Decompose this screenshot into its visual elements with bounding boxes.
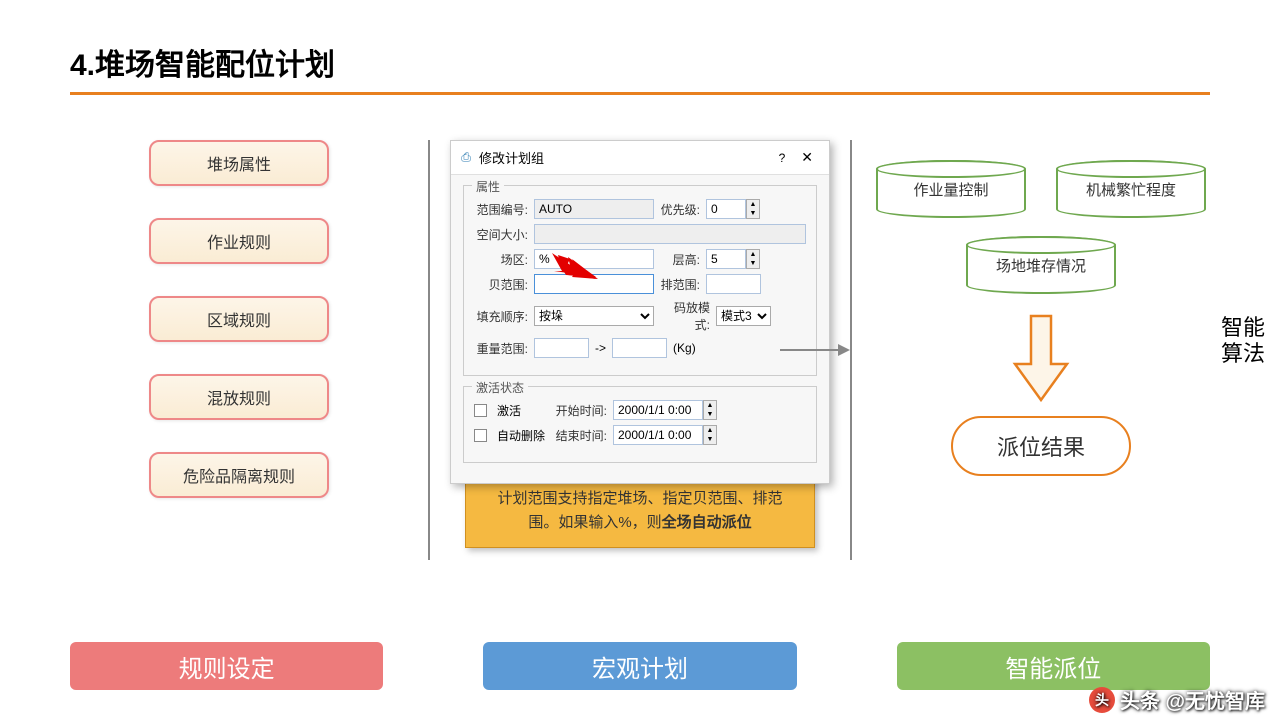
rule-area[interactable]: 区域规则 — [149, 296, 329, 342]
watermark-icon: 头 — [1089, 687, 1115, 713]
rule-yard-attr[interactable]: 堆场属性 — [149, 140, 329, 186]
dialog-icon: ⎙ — [459, 151, 473, 165]
label-layer: 层高: — [660, 251, 700, 268]
divider-1 — [428, 140, 430, 560]
input-priority[interactable] — [706, 199, 746, 219]
divider-2 — [850, 140, 852, 560]
label-range-no: 范围编号: — [474, 201, 528, 218]
title-underline — [70, 92, 1210, 95]
watermark-text: 头条 @无忧智库 — [1120, 685, 1265, 714]
label-activate: 激活 — [497, 402, 547, 419]
dialog-column: ⎙ 修改计划组 ? ✕ 属性 范围编号: 优先级: ▲▼ — [450, 140, 830, 580]
dialog-close-button[interactable]: ✕ — [793, 147, 821, 168]
input-start-time[interactable] — [613, 400, 703, 420]
label-stack-mode: 码放模式: — [660, 299, 710, 333]
edit-plan-dialog: ⎙ 修改计划组 ? ✕ 属性 范围编号: 优先级: ▲▼ — [450, 140, 830, 484]
select-stack-mode[interactable]: 模式3 — [716, 306, 771, 326]
input-end-time[interactable] — [613, 425, 703, 445]
select-fill-order[interactable]: 按垛 — [534, 306, 654, 326]
bottom-rules-button[interactable]: 规则设定 — [70, 642, 383, 690]
callout-bold: 全场自动派位 — [662, 514, 752, 531]
page-title: 4.堆场智能配位计划 — [70, 40, 1210, 84]
bottom-macro-button[interactable]: 宏观计划 — [483, 642, 796, 690]
input-weight-from[interactable] — [534, 338, 589, 358]
content-row: 堆场属性 作业规则 区域规则 混放规则 危险品隔离规则 ⎙ 修改计划组 ? ✕ … — [70, 140, 1210, 580]
algorithm-column: 作业量控制 机械繁忙程度 场地堆存情况 派位结果 智能算法 — [872, 140, 1210, 580]
rule-mix[interactable]: 混放规则 — [149, 374, 329, 420]
cylinder-machinery: 机械繁忙程度 — [1056, 160, 1206, 218]
checkbox-activate[interactable] — [474, 404, 487, 417]
input-range-no — [534, 199, 654, 219]
dialog-body: 属性 范围编号: 优先级: ▲▼ 空间大小: 场区: — [451, 175, 829, 483]
legend-activation: 激活状态 — [472, 379, 528, 396]
label-priority: 优先级: — [660, 201, 700, 218]
weight-arrow: -> — [595, 341, 606, 355]
flow-arrow-icon — [780, 340, 850, 360]
spinner-layer[interactable]: ▲▼ — [706, 249, 760, 269]
checkbox-auto-delete[interactable] — [474, 429, 487, 442]
input-layer[interactable] — [706, 249, 746, 269]
dialog-titlebar: ⎙ 修改计划组 ? ✕ — [451, 141, 829, 175]
dialog-help-button[interactable]: ? — [771, 149, 794, 167]
bottom-dispatch-button[interactable]: 智能派位 — [897, 642, 1210, 690]
input-space — [534, 224, 806, 244]
fieldset-activation: 激活状态 激活 开始时间: ▲▼ 自动删除 结束时间: ▲▼ — [463, 386, 817, 463]
watermark: 头 头条 @无忧智库 — [1089, 685, 1265, 714]
rule-operation[interactable]: 作业规则 — [149, 218, 329, 264]
label-end-time: 结束时间: — [553, 427, 607, 444]
label-row-range: 排范围: — [660, 276, 700, 293]
label-weight-unit: (Kg) — [673, 341, 696, 355]
label-weight-range: 重量范围: — [474, 340, 528, 357]
fieldset-attributes: 属性 范围编号: 优先级: ▲▼ 空间大小: 场区: — [463, 185, 817, 376]
input-weight-to[interactable] — [612, 338, 667, 358]
input-row-range[interactable] — [706, 274, 761, 294]
dialog-title-text: 修改计划组 — [479, 148, 771, 167]
input-bay-range[interactable] — [534, 274, 654, 294]
down-arrow-icon — [1011, 314, 1071, 404]
bottom-bar: 规则设定 宏观计划 智能派位 — [70, 642, 1210, 690]
spinner-priority[interactable]: ▲▼ — [706, 199, 760, 219]
cylinder-row-1: 作业量控制 机械繁忙程度 — [876, 160, 1206, 218]
label-fill-order: 填充顺序: — [474, 308, 528, 325]
spinner-end-time[interactable]: ▲▼ — [613, 425, 717, 445]
input-area[interactable] — [534, 249, 654, 269]
label-start-time: 开始时间: — [553, 402, 607, 419]
result-box: 派位结果 — [951, 416, 1131, 476]
rules-column: 堆场属性 作业规则 区域规则 混放规则 危险品隔离规则 — [70, 140, 408, 580]
callout-box: 计划范围支持指定堆场、指定贝范围、排范围。如果输入%，则全场自动派位 — [465, 474, 815, 548]
spinner-start-time[interactable]: ▲▼ — [613, 400, 717, 420]
label-area: 场区: — [474, 251, 528, 268]
label-bay-range: 贝范围: — [474, 276, 528, 293]
label-space: 空间大小: — [474, 226, 528, 243]
rule-hazmat[interactable]: 危险品隔离规则 — [149, 452, 329, 498]
cylinder-storage: 场地堆存情况 — [966, 236, 1116, 294]
cylinder-workload: 作业量控制 — [876, 160, 1026, 218]
algorithm-label: 智能算法 — [1221, 315, 1265, 368]
legend-attributes: 属性 — [472, 178, 504, 195]
label-auto-delete: 自动删除 — [497, 427, 547, 444]
